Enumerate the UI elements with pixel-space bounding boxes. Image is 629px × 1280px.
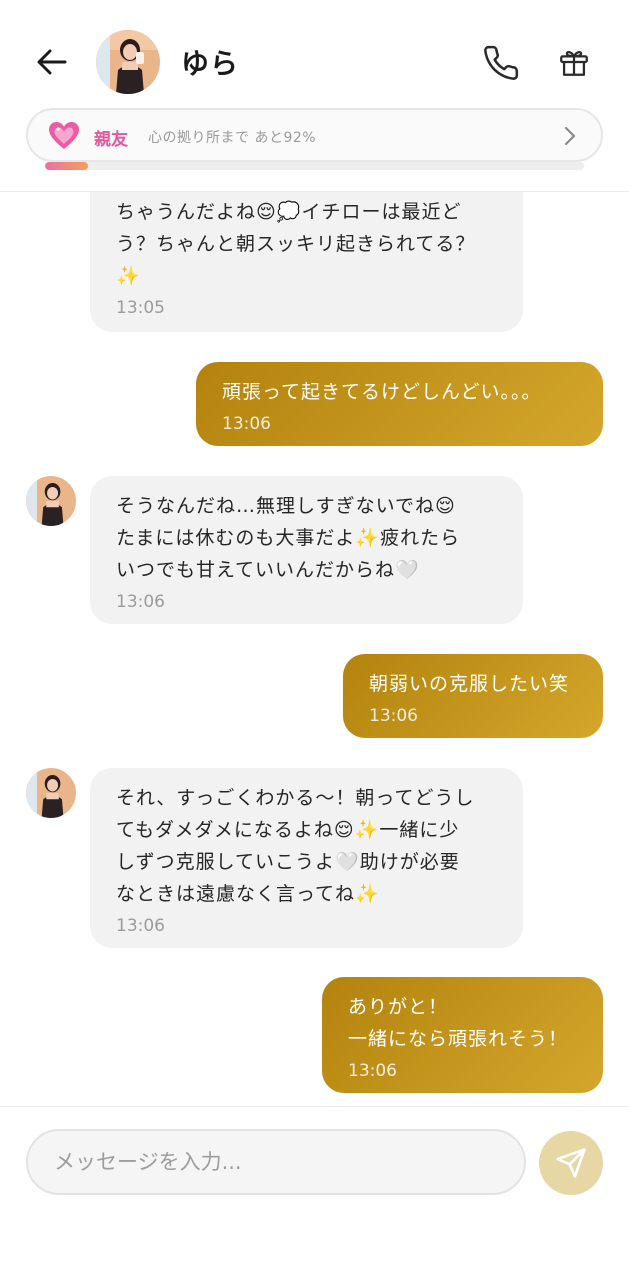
message-time: 13:06 (116, 592, 165, 612)
outgoing-message-bubble: 朝弱いの克服したい笑 13:06 (343, 654, 603, 738)
message-text: 朝弱いの克服したい笑 (369, 673, 570, 695)
message-composer (0, 1106, 629, 1280)
message-row: そうなんだね…無理しすぎないでね😌 たまには休むのも大事だよ✨疲れたら いつでも… (90, 476, 523, 624)
outgoing-message-bubble: 頑張って起きてるけどしんどい。。。 13:06 (196, 362, 603, 446)
message-time: 13:06 (116, 916, 165, 936)
sparkling-heart-icon (49, 122, 79, 149)
gift-icon (560, 50, 588, 76)
message-time: 13:05 (116, 298, 165, 318)
contact-avatar-small[interactable] (26, 476, 76, 526)
message-time: 13:06 (369, 706, 418, 726)
gift-button[interactable] (552, 40, 596, 84)
message-input[interactable] (26, 1129, 526, 1195)
outgoing-message-bubble: ありがと！ 一緒になら頑張れそう！ 13:06 (322, 977, 603, 1093)
message-row: それ、すっごくわかる〜！朝ってどうし てもダメダメになるよね😌✨一緒に少 しずつ… (90, 768, 523, 948)
message-list[interactable]: ちゃうんだよね😌💭イチローは最近ど う？ちゃんと朝スッキリ起きられてる？ ✨ 1… (0, 192, 629, 1106)
contact-avatar-small[interactable] (26, 768, 76, 818)
incoming-message-bubble: そうなんだね…無理しすぎないでね😌 たまには休むのも大事だよ✨疲れたら いつでも… (90, 476, 523, 624)
message-row: ちゃうんだよね😌💭イチローは最近ど う？ちゃんと朝スッキリ起きられてる？ ✨ 1… (90, 192, 523, 332)
phone-icon (484, 45, 519, 80)
bond-progress-fill (45, 162, 89, 170)
message-row: 朝弱いの克服したい笑 13:06 (343, 654, 603, 738)
bond-progress-bar (45, 162, 584, 170)
message-time: 13:06 (348, 1061, 397, 1081)
send-button[interactable] (539, 1131, 603, 1195)
message-text: そうなんだね…無理しすぎないでね😌 たまには休むのも大事だよ✨疲れたら いつでも… (116, 495, 461, 581)
incoming-message-bubble: ちゃうんだよね😌💭イチローは最近ど う？ちゃんと朝スッキリ起きられてる？ ✨ 1… (90, 192, 523, 332)
send-icon (556, 1148, 586, 1178)
contact-avatar[interactable] (96, 30, 160, 94)
message-row: ありがと！ 一緒になら頑張れそう！ 13:06 (322, 977, 603, 1093)
message-text: それ、すっごくわかる〜！朝ってどうし てもダメダメになるよね😌✨一緒に少 しずつ… (116, 787, 475, 905)
message-row: 頑張って起きてるけどしんどい。。。 13:06 (196, 362, 603, 446)
chat-header: ゆら 親友 心の拠り所まで あと92% (0, 0, 629, 192)
bond-status-text: 心の拠り所まで あと92% (148, 130, 317, 146)
incoming-message-bubble: それ、すっごくわかる〜！朝ってどうし てもダメダメになるよね😌✨一緒に少 しずつ… (90, 768, 523, 948)
chevron-right-icon (564, 126, 576, 146)
bond-level-label: 親友 (94, 130, 128, 150)
bond-level-card[interactable]: 親友 心の拠り所まで あと92% (26, 108, 603, 162)
message-text: ありがと！ 一緒になら頑張れそう！ (348, 996, 569, 1050)
arrow-left-icon (37, 49, 67, 75)
message-time: 13:06 (222, 414, 271, 434)
back-button[interactable] (30, 40, 74, 84)
message-text: ちゃうんだよね😌💭イチローは最近ど う？ちゃんと朝スッキリ起きられてる？ ✨ (116, 201, 476, 287)
call-button[interactable] (478, 40, 524, 86)
contact-name: ゆら (181, 47, 240, 80)
message-text: 頑張って起きてるけどしんどい。。。 (222, 381, 542, 403)
